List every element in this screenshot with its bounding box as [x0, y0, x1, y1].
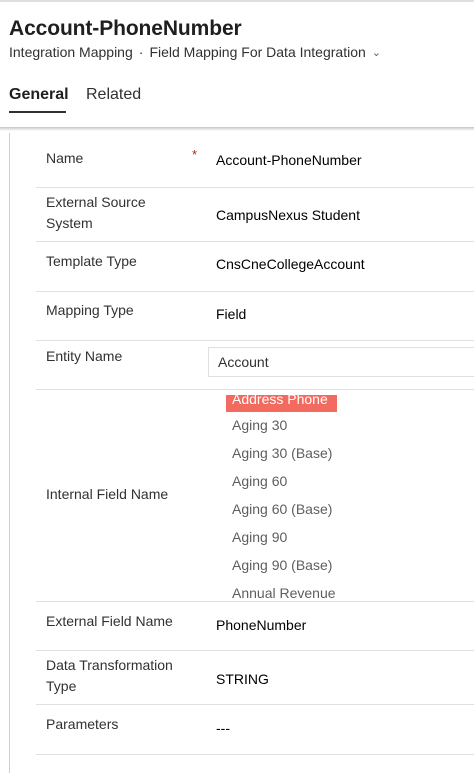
- tab-related[interactable]: Related: [86, 86, 141, 104]
- general-section: Name * Account-PhoneNumber External Sour…: [9, 133, 474, 773]
- listbox-option[interactable]: Aging 90: [232, 529, 287, 545]
- listbox-option[interactable]: Annual Revenue: [232, 585, 336, 600]
- breadcrumb-entity: Integration Mapping: [9, 44, 133, 60]
- mapping-type-select[interactable]: Field: [216, 306, 246, 322]
- internal-field-name-label: Internal Field Name: [46, 486, 169, 502]
- external-source-system-label-line1: External Source: [46, 194, 146, 210]
- field-row-parameters: Parameters ---: [36, 705, 474, 755]
- field-row-mapping-type: Mapping Type Field: [36, 292, 474, 341]
- entity-name-value: Account: [218, 354, 269, 370]
- listbox-option[interactable]: Aging 60: [232, 473, 287, 489]
- name-input[interactable]: Account-PhoneNumber: [216, 152, 362, 168]
- tab-general[interactable]: General: [9, 86, 69, 104]
- field-row-data-transformation-type: Data Transformation Type STRING: [36, 651, 474, 705]
- data-transformation-type-select[interactable]: STRING: [216, 671, 269, 687]
- field-row-external-source-system: External Source System CampusNexus Stude…: [36, 188, 474, 242]
- listbox-option[interactable]: Aging 30: [232, 417, 287, 433]
- template-type-label: Template Type: [46, 253, 137, 269]
- parameters-label: Parameters: [46, 716, 119, 732]
- breadcrumb: Integration Mapping · Field Mapping For Da…: [9, 44, 381, 60]
- external-field-name-label: External Field Name: [46, 613, 173, 629]
- parameters-input[interactable]: ---: [216, 720, 230, 736]
- data-transformation-type-label-line2: Type: [46, 678, 77, 694]
- field-row-internal-field-name: Internal Field Name Address Phone Aging …: [36, 390, 474, 602]
- top-divider: [0, 0, 474, 2]
- external-source-system-lookup[interactable]: CampusNexus Student: [216, 207, 360, 223]
- entity-name-select[interactable]: Account: [208, 347, 474, 377]
- listbox-option-selected[interactable]: Address Phone: [226, 395, 337, 412]
- header-shadow: [0, 127, 474, 131]
- external-field-name-input[interactable]: PhoneNumber: [216, 617, 306, 633]
- data-transformation-type-label: Data Transformation Type: [46, 655, 173, 697]
- record-header: Account-PhoneNumber Integration Mapping ·…: [0, 0, 474, 128]
- field-row-external-field-name: External Field Name PhoneNumber: [36, 602, 474, 651]
- record-title: Account-PhoneNumber: [9, 17, 242, 40]
- selected-option-label: Address Phone: [232, 395, 328, 407]
- internal-field-name-listbox[interactable]: Address Phone Aging 30 Aging 30 (Base) A…: [222, 395, 472, 600]
- form-selector[interactable]: Field Mapping For Data Integration ⌄: [149, 44, 381, 60]
- breadcrumb-separator: ·: [138, 44, 144, 60]
- name-label: Name: [46, 150, 84, 166]
- tab-selected-indicator: [9, 111, 66, 113]
- field-row-template-type: Template Type CnsCneCollegeAccount: [36, 242, 474, 292]
- data-transformation-type-label-line1: Data Transformation: [46, 657, 173, 673]
- listbox-option[interactable]: Aging 90 (Base): [232, 557, 332, 573]
- external-source-system-label: External Source System: [46, 192, 146, 234]
- required-marker: *: [192, 147, 198, 162]
- external-source-system-label-line2: System: [46, 215, 93, 231]
- listbox-option[interactable]: Aging 30 (Base): [232, 445, 332, 461]
- entity-name-label: Entity Name: [46, 348, 123, 364]
- form-name: Field Mapping For Data Integration: [149, 44, 366, 60]
- chevron-down-icon: ⌄: [371, 47, 381, 59]
- field-row-name: Name * Account-PhoneNumber: [36, 133, 474, 188]
- listbox-option[interactable]: Aging 60 (Base): [232, 501, 332, 517]
- field-row-entity-name: Entity Name Account: [36, 341, 474, 390]
- template-type-lookup[interactable]: CnsCneCollegeAccount: [216, 256, 365, 272]
- mapping-type-label: Mapping Type: [46, 302, 134, 318]
